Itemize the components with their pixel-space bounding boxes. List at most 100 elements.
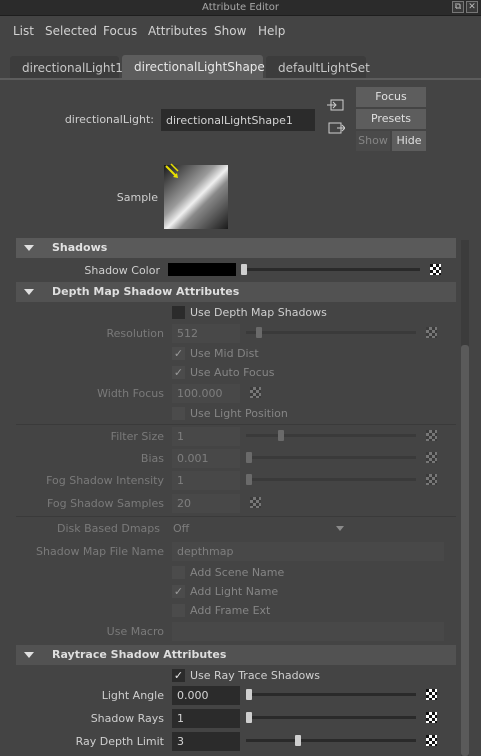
ray-depth-limit-map-button[interactable] bbox=[426, 735, 437, 746]
ray-depth-limit-field[interactable]: 3 bbox=[172, 732, 240, 751]
disk-based-dmaps-dropdown[interactable]: Off bbox=[168, 519, 352, 538]
fog-shadow-samples-map-button[interactable] bbox=[250, 497, 261, 508]
node-name-field[interactable]: directionalLightShape1 bbox=[161, 109, 315, 131]
use-light-position-label: Use Light Position bbox=[190, 407, 288, 420]
shadow-rays-slider-handle[interactable] bbox=[246, 712, 252, 723]
use-auto-focus-label: Use Auto Focus bbox=[190, 366, 275, 379]
resolution-slider-handle[interactable] bbox=[256, 327, 262, 338]
use-mid-dist-label: Use Mid Dist bbox=[190, 347, 259, 360]
width-focus-field[interactable]: 100.000 bbox=[172, 384, 240, 403]
light-angle-label: Light Angle bbox=[101, 689, 164, 702]
light-angle-slider[interactable] bbox=[246, 693, 416, 696]
menu-attributes[interactable]: Attributes bbox=[148, 24, 207, 38]
filter-size-slider[interactable] bbox=[246, 434, 416, 437]
shadow-map-file-name-field[interactable]: depthmap bbox=[172, 542, 444, 561]
add-light-name-checkbox[interactable]: ✓ bbox=[172, 585, 185, 598]
shadow-color-swatch[interactable] bbox=[168, 263, 236, 276]
filter-size-map-button[interactable] bbox=[426, 430, 437, 441]
raytrace-section-title: Raytrace Shadow Attributes bbox=[52, 648, 227, 661]
light-angle-slider-handle[interactable] bbox=[246, 689, 252, 700]
tab-defaultlightset[interactable]: defaultLightSet bbox=[266, 56, 370, 78]
menu-selected[interactable]: Selected bbox=[45, 24, 97, 38]
fog-shadow-intensity-map-button[interactable] bbox=[426, 474, 437, 485]
disk-based-dmaps-value: Off bbox=[173, 522, 190, 535]
shadow-rays-map-button[interactable] bbox=[426, 712, 437, 723]
add-scene-name-checkbox[interactable] bbox=[172, 566, 185, 579]
close-icon[interactable]: ✕ bbox=[466, 1, 478, 13]
light-angle-field[interactable]: 0.000 bbox=[172, 686, 240, 705]
use-macro-field[interactable] bbox=[172, 622, 444, 641]
resolution-map-button[interactable] bbox=[426, 327, 437, 338]
divider bbox=[16, 424, 456, 425]
tab-directionallightshape1[interactable]: directionalLightShape1 bbox=[122, 55, 272, 78]
fog-shadow-samples-label: Fog Shadow Samples bbox=[46, 497, 164, 510]
shadows-section-header[interactable]: Shadows bbox=[16, 238, 456, 258]
resolution-label: Resolution bbox=[106, 327, 164, 340]
depth-map-section-header[interactable]: Depth Map Shadow Attributes bbox=[16, 282, 456, 302]
bias-slider[interactable] bbox=[246, 456, 416, 459]
collapse-arrow-icon bbox=[24, 289, 34, 295]
disk-based-dmaps-label: Disk Based Dmaps bbox=[56, 522, 160, 535]
focus-button[interactable]: Focus bbox=[356, 87, 426, 107]
fog-shadow-intensity-slider[interactable] bbox=[246, 478, 416, 481]
bias-field[interactable]: 0.001 bbox=[172, 449, 240, 468]
bias-slider-handle[interactable] bbox=[246, 452, 252, 463]
directional-light-icon bbox=[165, 163, 179, 178]
fog-shadow-intensity-field[interactable]: 1 bbox=[172, 471, 240, 490]
show-button[interactable]: Show bbox=[356, 131, 390, 151]
add-light-name-label: Add Light Name bbox=[190, 585, 279, 598]
use-depth-map-checkbox[interactable] bbox=[172, 306, 185, 319]
divider bbox=[16, 516, 456, 517]
filter-size-slider-handle[interactable] bbox=[278, 430, 284, 441]
fog-shadow-intensity-slider-handle[interactable] bbox=[246, 474, 252, 485]
menu-help[interactable]: Help bbox=[258, 24, 285, 38]
shadow-color-map-button[interactable] bbox=[430, 264, 441, 275]
presets-button[interactable]: Presets bbox=[356, 109, 426, 129]
menu-show[interactable]: Show bbox=[214, 24, 246, 38]
menu-focus[interactable]: Focus bbox=[103, 24, 137, 38]
raytrace-section-header[interactable]: Raytrace Shadow Attributes bbox=[16, 645, 456, 665]
ray-depth-limit-label: Ray Depth Limit bbox=[75, 735, 164, 748]
bias-label: Bias bbox=[140, 452, 164, 465]
output-connection-icon[interactable] bbox=[327, 120, 345, 136]
collapse-arrow-icon bbox=[24, 245, 34, 251]
use-depth-map-label: Use Depth Map Shadows bbox=[190, 306, 327, 319]
ray-depth-limit-slider-handle[interactable] bbox=[295, 735, 301, 746]
use-light-position-checkbox[interactable] bbox=[172, 407, 185, 420]
ray-depth-limit-slider[interactable] bbox=[246, 739, 416, 742]
use-ray-trace-shadows-checkbox[interactable]: ✓ bbox=[172, 669, 185, 682]
use-macro-label: Use Macro bbox=[106, 625, 164, 638]
window-title: Attribute Editor bbox=[202, 2, 279, 13]
fog-shadow-samples-field[interactable]: 20 bbox=[172, 494, 240, 513]
shadow-color-slider-handle[interactable] bbox=[241, 264, 247, 275]
fog-shadow-intensity-label: Fog Shadow Intensity bbox=[46, 474, 164, 487]
shadow-map-file-name-label: Shadow Map File Name bbox=[36, 545, 164, 558]
add-frame-ext-label: Add Frame Ext bbox=[190, 604, 271, 617]
width-focus-map-button[interactable] bbox=[250, 387, 261, 398]
light-angle-map-button[interactable] bbox=[426, 689, 437, 700]
resolution-field[interactable]: 512 bbox=[172, 324, 240, 343]
shadow-color-slider[interactable] bbox=[244, 268, 420, 271]
depth-map-section-title: Depth Map Shadow Attributes bbox=[52, 285, 240, 298]
tab-underline bbox=[0, 78, 481, 80]
add-frame-ext-checkbox[interactable] bbox=[172, 604, 185, 617]
menu-list[interactable]: List bbox=[13, 24, 34, 38]
shadow-rays-label: Shadow Rays bbox=[90, 712, 164, 725]
shadow-rays-field[interactable]: 1 bbox=[172, 709, 240, 728]
filter-size-field[interactable]: 1 bbox=[172, 427, 240, 446]
shadow-rays-slider[interactable] bbox=[246, 716, 416, 719]
bias-map-button[interactable] bbox=[426, 452, 437, 463]
float-window-icon[interactable]: ⧉ bbox=[452, 1, 464, 13]
shadow-color-label: Shadow Color bbox=[84, 264, 160, 277]
resolution-slider[interactable] bbox=[246, 331, 416, 334]
input-connection-icon[interactable] bbox=[327, 97, 345, 113]
use-mid-dist-checkbox[interactable]: ✓ bbox=[172, 347, 185, 360]
hide-button[interactable]: Hide bbox=[392, 131, 426, 151]
width-focus-label: Width Focus bbox=[97, 387, 164, 400]
chevron-down-icon bbox=[336, 526, 344, 531]
use-auto-focus-checkbox[interactable]: ✓ bbox=[172, 366, 185, 379]
scrollbar-thumb[interactable] bbox=[461, 345, 469, 756]
tab-directionallight1[interactable]: directionalLight1 bbox=[10, 56, 123, 78]
shadows-section-title: Shadows bbox=[52, 241, 108, 254]
use-ray-trace-shadows-label: Use Ray Trace Shadows bbox=[190, 669, 321, 682]
